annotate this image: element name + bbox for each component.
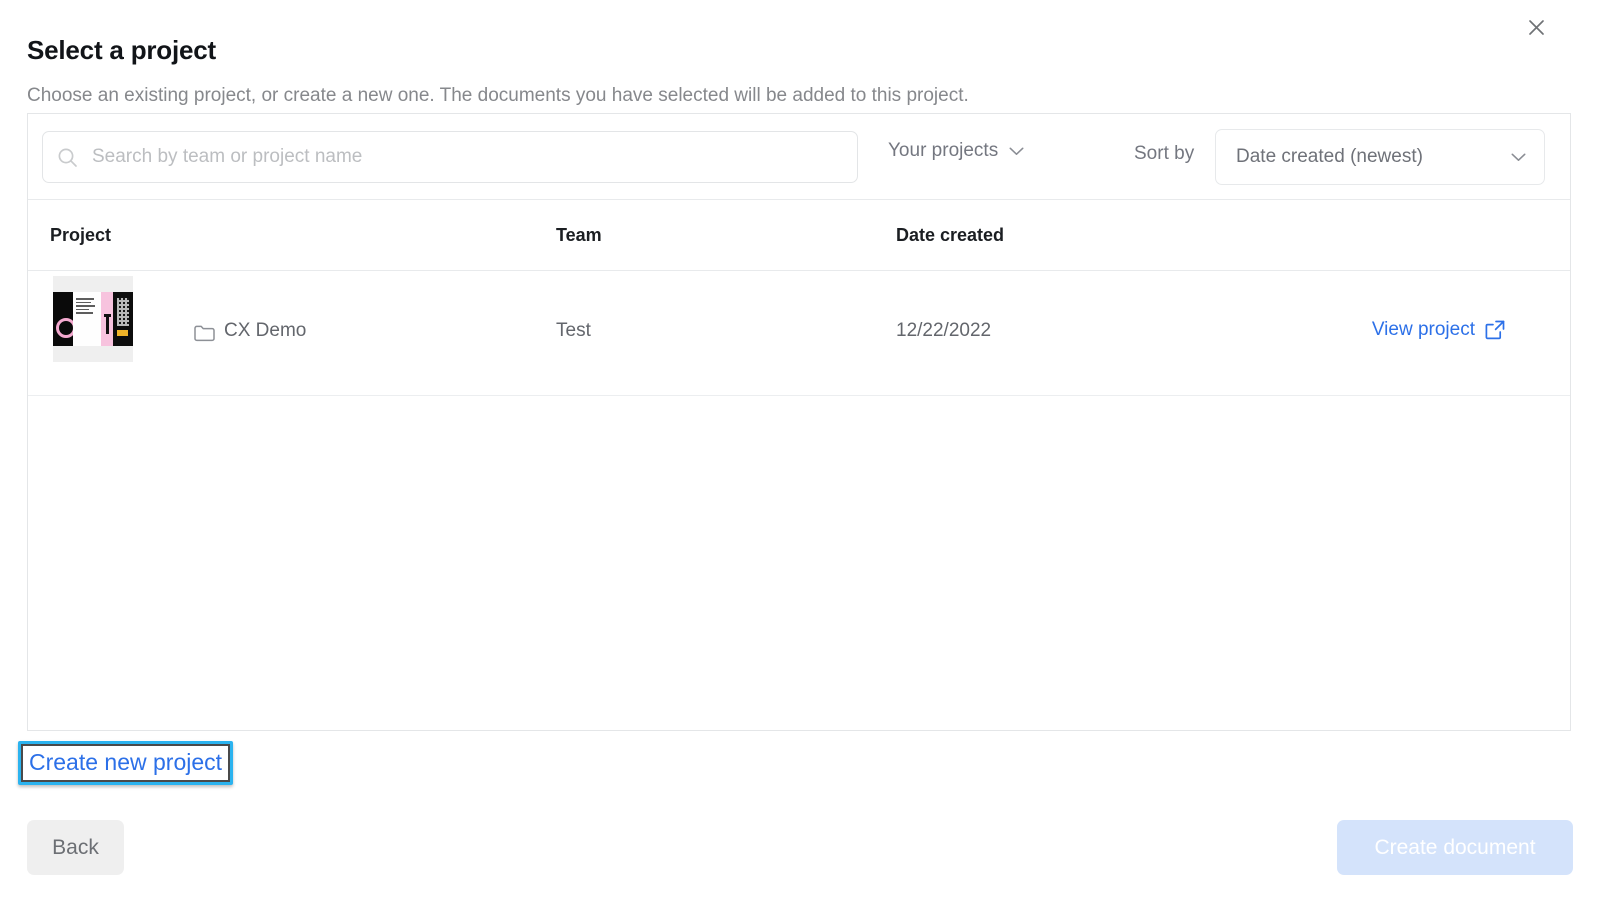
projects-panel: Your projects Sort by Date created (newe… bbox=[27, 113, 1571, 731]
column-header-project: Project bbox=[50, 224, 112, 245]
project-thumbnail bbox=[53, 276, 133, 362]
search-box[interactable] bbox=[42, 131, 858, 183]
dialog-subtitle: Choose an existing project, or create a … bbox=[27, 85, 969, 106]
projects-toolbar: Your projects Sort by Date created (newe… bbox=[28, 114, 1570, 200]
page-title: Select a project bbox=[27, 35, 216, 66]
create-document-button[interactable]: Create document bbox=[1337, 820, 1573, 875]
table-header: Project Team Date created bbox=[28, 200, 1570, 271]
project-scope-dropdown[interactable]: Your projects bbox=[888, 140, 1024, 162]
view-project-label: View project bbox=[1371, 319, 1475, 340]
search-icon bbox=[57, 147, 78, 168]
sort-by-select[interactable]: Date created (newest) bbox=[1215, 129, 1545, 185]
project-team: Test bbox=[556, 320, 591, 341]
project-name: CX Demo bbox=[224, 320, 307, 341]
create-new-project-focus-ring: Create new project bbox=[18, 741, 234, 785]
back-button[interactable]: Back bbox=[27, 820, 124, 875]
search-input[interactable] bbox=[90, 145, 843, 169]
close-button[interactable] bbox=[1522, 13, 1550, 41]
sort-by-value: Date created (newest) bbox=[1236, 146, 1423, 167]
search-field-wrapper bbox=[42, 131, 858, 183]
select-project-dialog: Select a project Choose an existing proj… bbox=[0, 0, 1600, 912]
project-scope-label: Your projects bbox=[888, 140, 999, 161]
close-icon bbox=[1528, 19, 1545, 36]
view-project-link[interactable]: View project bbox=[1372, 319, 1505, 341]
column-header-date-created: Date created bbox=[896, 224, 1005, 245]
chevron-down-icon bbox=[1009, 147, 1024, 156]
table-row[interactable]: CX Demo Test 12/22/2022 View project bbox=[28, 271, 1570, 396]
chevron-down-icon bbox=[1511, 153, 1526, 162]
project-date-created: 12/22/2022 bbox=[896, 320, 992, 341]
sort-by-label: Sort by bbox=[1134, 143, 1195, 164]
folder-icon bbox=[194, 324, 215, 342]
table-empty-space bbox=[28, 396, 1570, 726]
external-link-icon bbox=[1485, 320, 1505, 340]
column-header-team: Team bbox=[556, 224, 602, 245]
create-new-project-link[interactable]: Create new project bbox=[29, 747, 222, 777]
